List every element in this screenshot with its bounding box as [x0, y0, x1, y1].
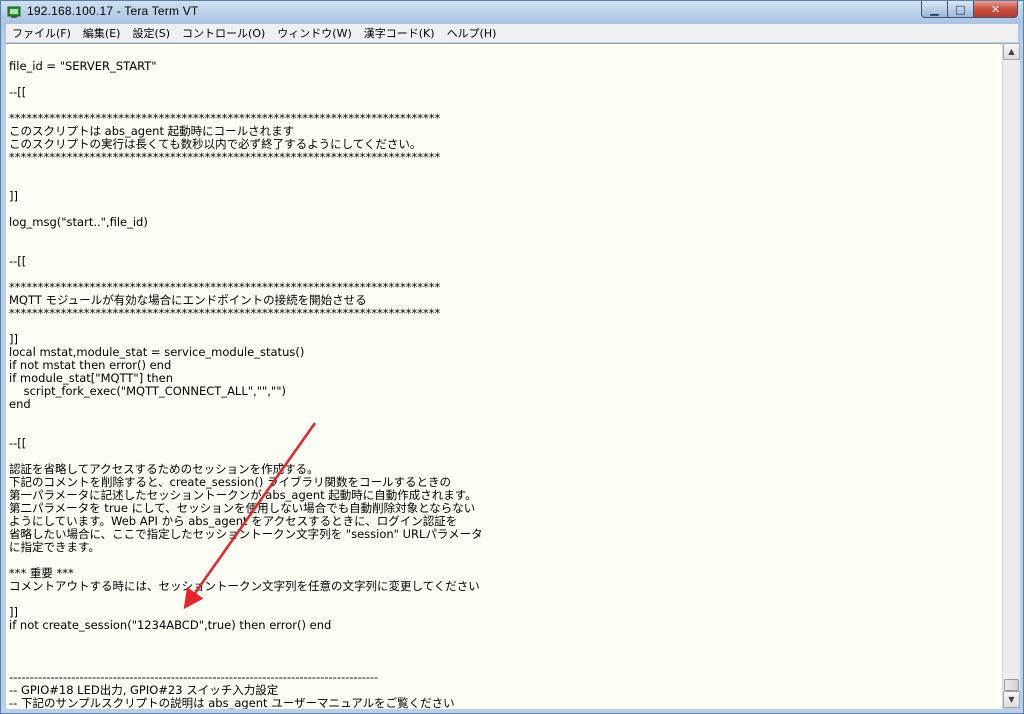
maximize-button[interactable]: □ — [948, 1, 974, 18]
terminal-line: --[[ — [9, 254, 27, 268]
menu-bar: ファイル(F) 編集(E) 設定(S) コントロール(O) ウィンドウ(W) 漢… — [6, 24, 1018, 42]
scrollbar-thumb[interactable] — [1004, 679, 1019, 691]
menu-window[interactable]: ウィンドウ(W) — [271, 25, 357, 41]
menu-file[interactable]: ファイル(F) — [6, 25, 77, 41]
scroll-down-icon: ▼ — [1008, 695, 1015, 704]
terminal-line: file_id = "SERVER_START" — [9, 59, 157, 73]
menu-kanji-code[interactable]: 漢字コード(K) — [358, 25, 441, 41]
close-icon: ✕ — [990, 2, 1001, 16]
terminal-screen[interactable]: file_id = "SERVER_START" --[[ ************… — [6, 43, 1002, 709]
tera-term-window: 192.168.100.17 - Tera Term VT ▁ □ ✕ ファイル… — [0, 0, 1024, 714]
terminal-line: if not create_session("1234ABCD",true) t… — [9, 618, 332, 632]
menu-settings[interactable]: 設定(S) — [126, 25, 176, 41]
vertical-scrollbar[interactable]: ▲ ▼ — [1002, 43, 1020, 708]
minimize-button[interactable]: ▁ — [921, 1, 948, 18]
terminal-line: ****************************************… — [9, 306, 441, 320]
title-bar[interactable]: 192.168.100.17 - Tera Term VT ▁ □ ✕ — [1, 1, 1023, 23]
terminal-line: ]] — [9, 189, 18, 203]
window-title: 192.168.100.17 - Tera Term VT — [27, 4, 199, 18]
scroll-up-button[interactable]: ▲ — [1003, 43, 1020, 60]
terminal-line: script_fork_exec("MQTT_CONNECT_ALL","","… — [9, 384, 286, 398]
terminal-line: end — [9, 397, 31, 411]
terminal-line: --[[ — [9, 85, 27, 99]
terminal-line: -- 下記のサンプルスクリプトの説明は abs_agent ユーザーマニュアルを… — [9, 696, 455, 710]
menu-help[interactable]: ヘルプ(H) — [441, 25, 503, 41]
terminal-line: ****************************************… — [9, 150, 441, 164]
terminal-line: コメントアウトする時には、セッショントークン文字列を任意の文字列に変更してくださ… — [9, 579, 480, 593]
terminal-line: --[[ — [9, 436, 27, 450]
maximize-icon: □ — [955, 2, 966, 16]
menu-control[interactable]: コントロール(O) — [176, 25, 271, 41]
scroll-up-icon: ▲ — [1008, 47, 1015, 56]
terminal-line: に指定できます。 — [9, 540, 100, 554]
close-button[interactable]: ✕ — [974, 1, 1018, 18]
tera-term-app-icon — [7, 6, 21, 18]
scroll-down-button[interactable]: ▼ — [1003, 691, 1020, 708]
window-controls: ▁ □ ✕ — [921, 1, 1018, 19]
menu-edit[interactable]: 編集(E) — [77, 25, 127, 41]
terminal-line: log_msg("start..",file_id) — [9, 215, 148, 229]
minimize-icon: ▁ — [930, 2, 939, 16]
